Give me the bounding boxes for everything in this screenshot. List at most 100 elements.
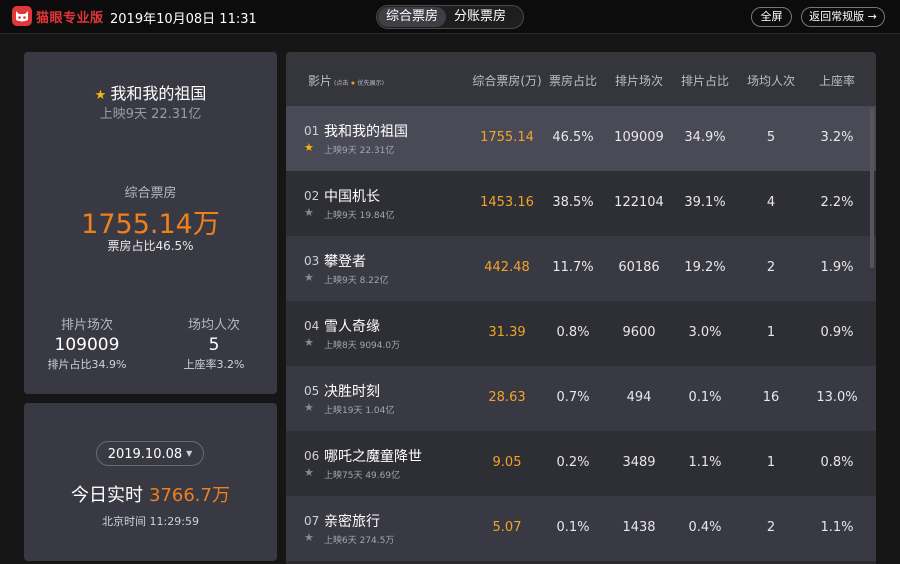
row-occupancy: 0.8% [820, 455, 854, 470]
row-avg: 1 [766, 325, 776, 340]
date-picker-button[interactable]: 2019.10.08 ▼ [96, 441, 204, 466]
table-row[interactable]: 03 攀登者 ★ 上映9天 8.22亿 442.48 11.7% 60186 19.2% 2 1.… [286, 236, 876, 301]
box-office-label: 综合票房 [124, 186, 177, 201]
row-box-office: 9.05 [492, 455, 522, 470]
row-box-office: 5.07 [492, 520, 522, 535]
star-icon: ★ [94, 88, 107, 103]
row-occupancy: 0.9% [820, 325, 854, 340]
logo[interactable]: 猫眼专业版 [12, 6, 104, 26]
caret-down-icon: ▼ [186, 449, 193, 458]
box-office-type-tabs: 综合票房 分账票房 [376, 5, 524, 29]
row-shows: 60186 [618, 260, 660, 275]
row-bo-ratio: 0.1% [556, 520, 590, 535]
row-box-office: 1453.16 [480, 195, 534, 210]
row-bo-ratio: 46.5% [552, 130, 594, 145]
header-film-hint: (点击 ★ 优先展示) [334, 80, 384, 87]
row-show-ratio: 19.2% [684, 260, 726, 275]
row-shows: 494 [626, 390, 652, 405]
shows-stat: 排片场次 109009 排片占比34.9% [32, 314, 142, 372]
row-box-office: 28.63 [488, 390, 526, 405]
table-row[interactable]: 01 我和我的祖国 ★ 上映9天 22.31亿 1755.14 46.5% 109009 34… [286, 106, 876, 171]
avg-attendance-label: 场均人次 [187, 318, 240, 333]
shows-value: 109009 [54, 335, 120, 355]
row-movie-name: 攀登者 [324, 254, 366, 270]
row-movie-name: 决胜时刻 [324, 384, 380, 400]
header-film-label: 影片 [308, 74, 333, 88]
row-occupancy: 2.2% [820, 195, 854, 210]
star-icon[interactable]: ★ [304, 336, 314, 349]
row-box-office: 31.39 [488, 325, 526, 340]
box-office-ratio: 票房占比46.5% [107, 239, 194, 253]
box-office-value: 1755.14万 [81, 209, 220, 240]
header-occupancy: 上座率 [818, 74, 855, 88]
row-avg: 1 [766, 455, 776, 470]
header-film: 影片 (点击 ★ 优先展示) [308, 72, 384, 89]
table-scrollbar[interactable] [870, 108, 874, 268]
row-show-ratio: 0.1% [688, 390, 722, 405]
row-movie-name: 雪人奇缘 [324, 319, 380, 335]
avg-attendance-stat: 场均人次 5 上座率3.2% [159, 314, 269, 372]
logo-text: 猫眼专业版 [36, 10, 104, 26]
row-release-info: 上映19天 1.04亿 [324, 406, 395, 416]
row-shows: 9600 [622, 325, 656, 340]
beijing-time: 北京时间 11:29:59 [102, 515, 199, 528]
row-box-office: 1755.14 [480, 130, 534, 145]
occupancy-rate: 上座率3.2% [183, 358, 245, 371]
row-shows: 1438 [622, 520, 656, 535]
row-bo-ratio: 0.2% [556, 455, 590, 470]
row-movie-name: 哪吒之魔童降世 [324, 449, 422, 465]
row-movie-name: 我和我的祖国 [324, 124, 408, 140]
row-movie-name: 亲密旅行 [324, 514, 380, 530]
row-rank: 06 [304, 449, 320, 463]
table-row[interactable]: 02 中国机长 ★ 上映9天 19.84亿 1453.16 38.5% 122104 39.1… [286, 171, 876, 236]
star-icon: ★ [350, 80, 356, 87]
row-show-ratio: 1.1% [688, 455, 722, 470]
row-avg: 2 [766, 260, 776, 275]
fullscreen-button[interactable]: 全屏 [751, 7, 792, 27]
row-release-info: 上映8天 9094.0万 [324, 341, 401, 351]
table-row[interactable]: 06 哪吒之魔童降世 ★ 上映75天 49.69亿 9.05 0.2% 3489 1.1% 1 0… [286, 431, 876, 496]
tab-combined-box-office[interactable]: 综合票房 [378, 7, 447, 27]
table-row[interactable]: 07 亲密旅行 ★ 上映6天 274.5万 5.07 0.1% 1438 0.4% 2 1.1% [286, 496, 876, 561]
back-to-standard-button[interactable]: 返回常规版 → [801, 7, 885, 27]
tab-split-box-office[interactable]: 分账票房 [446, 7, 514, 27]
header-bo-ratio: 票房占比 [548, 74, 597, 88]
row-occupancy: 13.0% [816, 390, 858, 405]
row-rank: 03 [304, 254, 320, 268]
row-bo-ratio: 11.7% [552, 260, 594, 275]
row-rank: 04 [304, 319, 320, 333]
top-bar: 猫眼专业版 2019年10月08日 11:31 综合票房 分账票房 全屏 返回常… [0, 0, 900, 34]
row-occupancy: 1.9% [820, 260, 854, 275]
hint-post: 优先展示) [357, 80, 384, 87]
row-movie-name: 中国机长 [324, 189, 380, 205]
row-rank: 07 [304, 514, 320, 528]
row-avg: 5 [766, 130, 776, 145]
header-shows: 排片场次 [614, 74, 663, 88]
star-icon[interactable]: ★ [304, 271, 314, 284]
shows-label: 排片场次 [60, 318, 113, 333]
table-row[interactable]: 05 决胜时刻 ★ 上映19天 1.04亿 28.63 0.7% 494 0.1% 16 13.0… [286, 366, 876, 431]
header-avg: 场均人次 [746, 74, 795, 88]
selected-date: 2019.10.08 [107, 447, 183, 462]
star-icon[interactable]: ★ [304, 466, 314, 479]
cat-eye-logo-icon [12, 6, 32, 26]
row-shows: 109009 [614, 130, 664, 145]
star-icon[interactable]: ★ [304, 206, 314, 219]
row-show-ratio: 0.4% [688, 520, 722, 535]
star-icon[interactable]: ★ [304, 141, 314, 154]
row-rank: 02 [304, 189, 320, 203]
box-office-table: 影片 (点击 ★ 优先展示) 综合票房(万) 票房占比 排片场次 排片占比 场均人… [286, 52, 876, 564]
header-show-ratio: 排片占比 [680, 74, 729, 88]
row-shows: 122104 [614, 195, 664, 210]
header-box-office: 综合票房(万) [472, 74, 542, 88]
row-occupancy: 3.2% [820, 130, 854, 145]
row-avg: 2 [766, 520, 776, 535]
table-row[interactable]: 04 雪人奇缘 ★ 上映8天 9094.0万 31.39 0.8% 9600 3.0% 1 0.9… [286, 301, 876, 366]
star-icon[interactable]: ★ [304, 531, 314, 544]
realtime-label: 今日实时 [71, 485, 143, 506]
row-release-info: 上映9天 19.84亿 [324, 211, 395, 221]
star-icon[interactable]: ★ [304, 401, 314, 414]
row-box-office: 442.48 [484, 260, 530, 275]
shows-ratio: 排片占比34.9% [47, 358, 127, 371]
featured-movie-panel: ★ 我和我的祖国 上映9天 22.31亿 综合票房 1755.14万 票房占比46… [24, 52, 277, 394]
